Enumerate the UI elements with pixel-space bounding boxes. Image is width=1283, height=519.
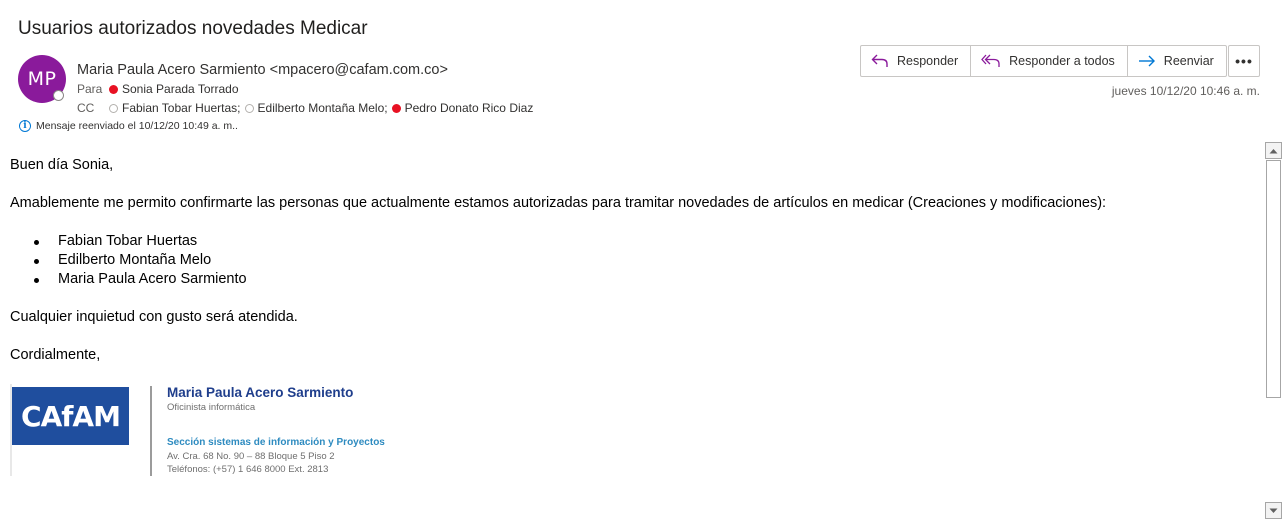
cc-line: CC Fabian Tobar Huertas; Edilberto Monta… bbox=[77, 101, 533, 115]
reply-all-icon bbox=[981, 54, 1000, 67]
greeting: Buen día Sonia, bbox=[10, 157, 114, 173]
presence-indicator bbox=[53, 90, 64, 101]
recipient-cc[interactable]: Edilberto Montaña Melo; bbox=[258, 101, 388, 115]
email-subject: Usuarios autorizados novedades Medicar bbox=[18, 18, 368, 39]
scrollbar-thumb[interactable] bbox=[1266, 160, 1281, 398]
signature-name: Maria Paula Acero Sarmiento bbox=[167, 385, 354, 400]
presence-busy-icon bbox=[391, 103, 401, 113]
presence-unknown-icon bbox=[109, 103, 118, 113]
sender-name[interactable]: Maria Paula Acero Sarmiento <mpacero@caf… bbox=[77, 62, 448, 78]
forward-info-banner: i Mensaje reenviado el 10/12/20 10:49 a.… bbox=[19, 120, 238, 132]
to-line: Para Sonia Parada Torrado bbox=[77, 82, 239, 96]
chevron-up-icon bbox=[1269, 148, 1278, 153]
authorized-users-list: Fabian Tobar Huertas Edilberto Montaña M… bbox=[10, 232, 1250, 289]
forward-button[interactable]: Reenviar bbox=[1128, 46, 1226, 76]
reply-all-button[interactable]: Responder a todos bbox=[971, 46, 1128, 76]
chevron-down-icon bbox=[1269, 508, 1278, 513]
list-item: Edilberto Montaña Melo bbox=[34, 251, 1250, 270]
signature-role: Oficinista informática bbox=[167, 402, 256, 413]
reply-label: Responder bbox=[897, 54, 959, 68]
forward-arrow-icon bbox=[1138, 55, 1155, 67]
presence-busy-icon bbox=[109, 84, 118, 94]
signoff: Cordialmente, bbox=[10, 347, 101, 363]
recipient-to[interactable]: Sonia Parada Torrado bbox=[122, 82, 239, 96]
intro-paragraph: Amablemente me permito confirmarte las p… bbox=[10, 195, 1107, 211]
forward-label: Reenviar bbox=[1163, 54, 1214, 68]
cc-label: CC bbox=[77, 101, 95, 115]
signature-department: Sección sistemas de información y Proyec… bbox=[167, 437, 385, 448]
message-body: Buen día Sonia, Amablemente me permito c… bbox=[10, 156, 1250, 365]
reply-all-label: Responder a todos bbox=[1009, 54, 1115, 68]
recipient-cc[interactable]: Fabian Tobar Huertas; bbox=[122, 101, 241, 115]
list-item: Fabian Tobar Huertas bbox=[34, 232, 1250, 251]
forward-info-text: Mensaje reenviado el 10/12/20 10:49 a. m… bbox=[36, 120, 238, 132]
email-signature: CAfAM Maria Paula Acero Sarmiento Oficin… bbox=[10, 384, 510, 479]
cafam-logo: CAfAM bbox=[12, 387, 129, 445]
signature-divider bbox=[150, 386, 152, 476]
presence-unknown-icon bbox=[244, 103, 254, 113]
to-label: Para bbox=[77, 82, 103, 96]
list-item: Maria Paula Acero Sarmiento bbox=[34, 270, 1250, 289]
scroll-down-button[interactable] bbox=[1265, 502, 1282, 519]
more-actions-button[interactable]: ••• bbox=[1228, 45, 1260, 77]
action-toolbar: Responder Responder a todos Reenviar bbox=[860, 45, 1227, 77]
scroll-up-button[interactable] bbox=[1265, 142, 1282, 159]
sent-date: jueves 10/12/20 10:46 a. m. bbox=[1111, 84, 1260, 98]
signature-address: Av. Cra. 68 No. 90 – 88 Bloque 5 Piso 2 bbox=[167, 451, 335, 462]
closing-line: Cualquier inquietud con gusto será atend… bbox=[10, 309, 298, 325]
reply-icon bbox=[871, 54, 888, 67]
signature-phone: Teléfonos: (+57) 1 646 8000 Ext. 2813 bbox=[167, 464, 329, 475]
recipient-cc[interactable]: Pedro Donato Rico Diaz bbox=[405, 101, 534, 115]
info-icon: i bbox=[19, 120, 31, 132]
reply-button[interactable]: Responder bbox=[861, 46, 972, 76]
